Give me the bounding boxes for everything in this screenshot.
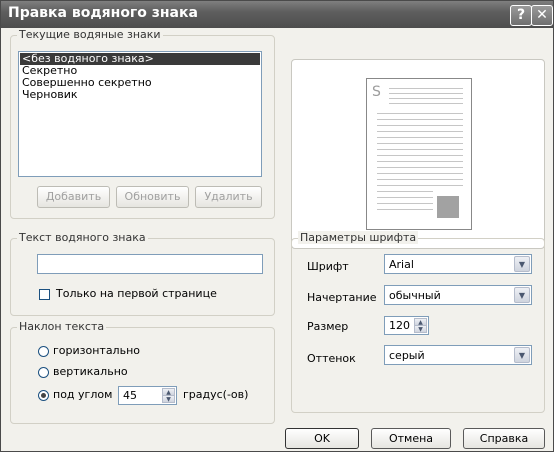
text-tilt-group: Наклон текста	[10, 320, 275, 424]
list-item[interactable]: Черновик	[20, 89, 260, 101]
watermark-text-label: Текст водяного знака	[17, 231, 148, 244]
watermark-dialog: Правка водяного знака ? ✕ Текущие водяны…	[0, 0, 554, 452]
size-input[interactable]: 120 ▲ ▼	[384, 316, 429, 335]
shade-select[interactable]: серый ▼	[384, 345, 532, 365]
angle-label: под углом	[53, 388, 113, 401]
current-watermarks-label: Текущие водяные знаки	[17, 28, 163, 41]
delete-button[interactable]: Удалить	[195, 186, 262, 208]
chevron-down-icon[interactable]: ▼	[514, 287, 530, 303]
watermark-text-input[interactable]	[37, 254, 263, 274]
ok-button[interactable]: OK	[285, 428, 359, 449]
add-button[interactable]: Добавить	[37, 186, 110, 208]
vertical-label: вертикально	[53, 365, 128, 378]
help-button[interactable]: Справка	[463, 428, 545, 449]
horizontal-label: горизонтально	[53, 344, 140, 357]
size-label: Размер	[307, 320, 349, 333]
shade-label: Оттенок	[307, 352, 356, 365]
first-page-only-label: Только на первой странице	[56, 287, 217, 300]
cancel-button[interactable]: Отмена	[371, 428, 451, 449]
font-select[interactable]: Arial ▼	[384, 254, 532, 274]
size-down-arrow-icon[interactable]: ▼	[414, 325, 427, 333]
style-label: Начертание	[307, 291, 377, 304]
text-tilt-label: Наклон текста	[17, 320, 107, 333]
font-params-label: Параметры шрифта	[298, 231, 419, 244]
close-icon: ✕	[536, 7, 548, 23]
degrees-label: градус(-ов)	[183, 388, 249, 401]
style-select[interactable]: обычный ▼	[384, 285, 532, 305]
angle-down-arrow-icon[interactable]: ▼	[162, 395, 175, 403]
chevron-down-icon[interactable]: ▼	[514, 347, 530, 363]
close-button[interactable]: ✕	[531, 5, 553, 26]
preview-page: S	[366, 78, 472, 230]
window-title: Правка водяного знака	[8, 5, 198, 21]
chevron-down-icon[interactable]: ▼	[514, 256, 530, 272]
first-page-only-checkbox[interactable]	[39, 289, 50, 300]
angle-value: 45	[123, 389, 137, 402]
font-label: Шрифт	[307, 260, 349, 273]
preview-image-block	[437, 196, 459, 218]
preview-logo: S	[372, 84, 381, 100]
angle-radio[interactable]	[38, 390, 49, 401]
watermark-text-group: Текст водяного знака	[10, 231, 275, 316]
title-bar[interactable]: Правка водяного знака ? ✕	[1, 1, 553, 28]
angle-input[interactable]: 45 ▲ ▼	[118, 386, 177, 405]
watermark-preview: S	[291, 59, 545, 249]
horizontal-radio[interactable]	[38, 346, 49, 357]
update-button[interactable]: Обновить	[116, 186, 189, 208]
style-value: обычный	[389, 289, 441, 302]
size-value: 120	[389, 319, 410, 332]
font-value: Arial	[389, 258, 414, 271]
dialog-content: Текущие водяные знаки <без водяного знак…	[1, 28, 553, 451]
help-icon: ?	[516, 7, 526, 23]
vertical-radio[interactable]	[38, 367, 49, 378]
shade-value: серый	[389, 349, 425, 362]
watermarks-list[interactable]: <без водяного знака> Секретно Совершенно…	[18, 51, 262, 177]
help-title-button[interactable]: ?	[510, 5, 532, 26]
radio-selected-dot	[41, 393, 46, 398]
